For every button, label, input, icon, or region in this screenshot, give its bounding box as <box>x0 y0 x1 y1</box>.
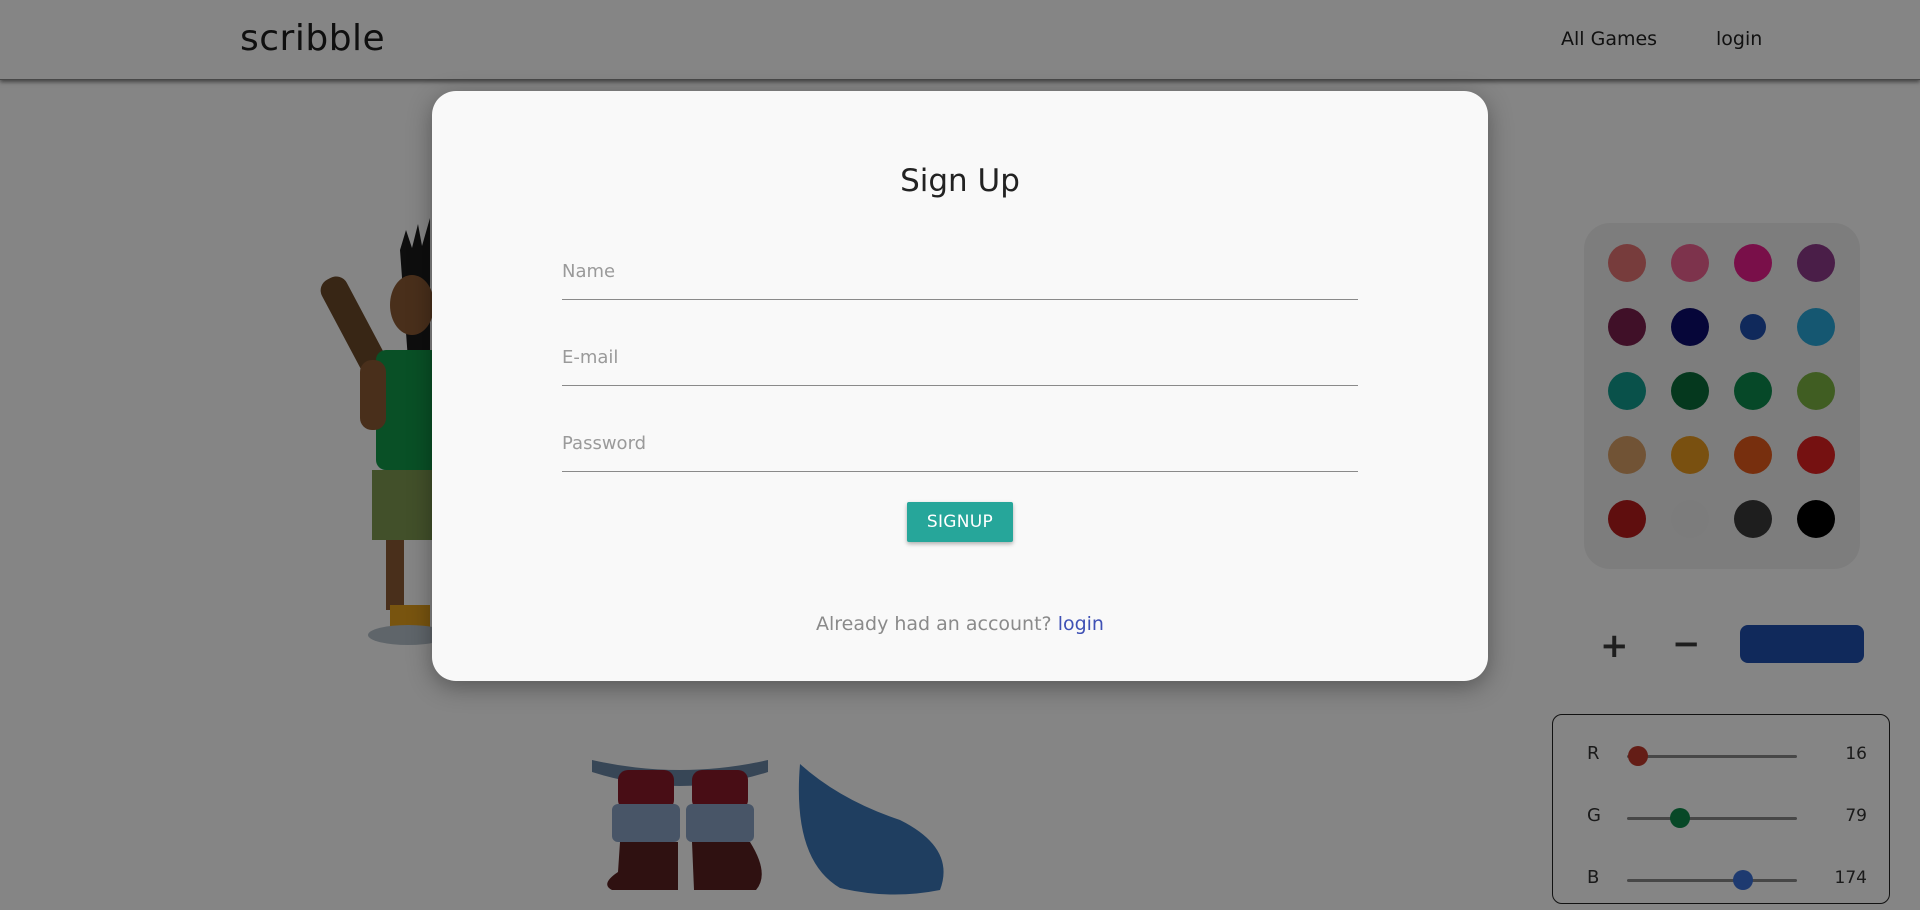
password-input[interactable] <box>562 426 1358 472</box>
login-link[interactable]: login <box>1058 613 1104 635</box>
email-input[interactable] <box>562 340 1358 386</box>
signup-modal: Sign Up SIGNUP Already had an account? l… <box>432 91 1488 681</box>
login-prompt: Already had an account? login <box>432 613 1488 635</box>
signup-button[interactable]: SIGNUP <box>907 502 1013 542</box>
modal-title: Sign Up <box>900 163 1020 199</box>
name-input[interactable] <box>562 254 1358 300</box>
login-prompt-text: Already had an account? <box>816 613 1052 635</box>
